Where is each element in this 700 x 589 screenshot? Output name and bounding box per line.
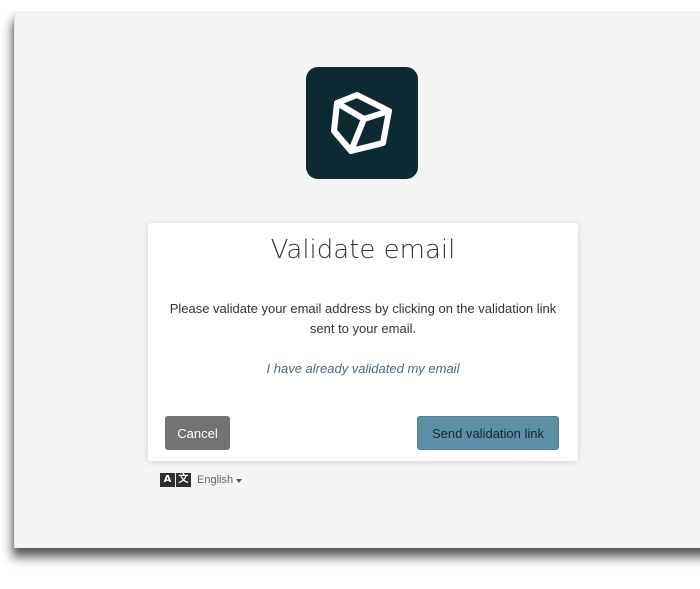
translate-icon-cjk: 文: [176, 473, 191, 487]
cancel-button[interactable]: Cancel: [165, 416, 230, 450]
already-validated-link[interactable]: I have already validated my email: [148, 361, 578, 376]
page-title: Validate email: [270, 235, 456, 265]
caret-down-icon: [236, 478, 243, 483]
language-dropdown[interactable]: English: [197, 474, 243, 486]
language-label: English: [197, 474, 234, 486]
translate-icon: A 文: [160, 473, 191, 487]
cube-logo: [306, 67, 418, 179]
validation-message: Please validate your email address by cl…: [169, 301, 557, 336]
translate-icon-latin: A: [160, 473, 175, 487]
language-switcher: A 文 English: [160, 473, 243, 487]
cube-icon: [331, 92, 392, 154]
validate-email-card: Validate email Please validate your emai…: [148, 223, 578, 461]
send-validation-link-button[interactable]: Send validation link: [417, 416, 559, 450]
